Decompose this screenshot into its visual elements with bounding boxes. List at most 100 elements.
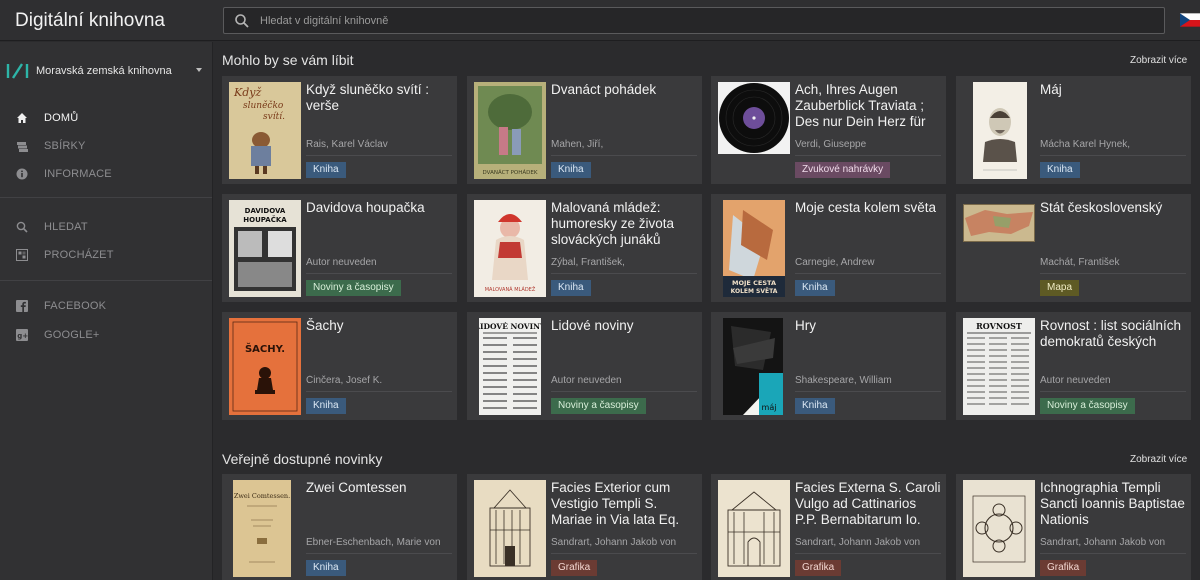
- card-title[interactable]: Lidové noviny: [551, 318, 697, 334]
- card-thumbnail[interactable]: MALOVANÁ MLÁDEŽ: [474, 200, 546, 297]
- card-title[interactable]: Máj: [1040, 82, 1186, 98]
- library-selector[interactable]: Moravská zemská knihovna: [6, 60, 206, 82]
- card-author: Machát, František: [1040, 257, 1120, 268]
- card-title[interactable]: Facies Exterior cum Vestigio Templi S. M…: [551, 480, 697, 528]
- document-card[interactable]: DAVIDOVA HOUPAČKA Davidova houpačka Autor…: [222, 194, 457, 302]
- document-card[interactable]: Ach, Ihres Augen Zauberblick Traviata ; …: [711, 76, 946, 184]
- document-type-badge: Mapa: [1040, 280, 1080, 296]
- sidebar-item-browse[interactable]: PROCHÁZET: [15, 245, 114, 265]
- card-thumbnail[interactable]: [963, 204, 1035, 242]
- sidebar-divider: [0, 280, 212, 281]
- card-title[interactable]: Šachy: [306, 318, 452, 334]
- svg-text:DVANÁCT POHÁDEK: DVANÁCT POHÁDEK: [483, 169, 538, 176]
- card-divider: [795, 273, 941, 274]
- document-card[interactable]: ROVNOST Rovnost : list sociálních demokr…: [956, 312, 1191, 420]
- app-title[interactable]: Digitální knihovna: [15, 10, 165, 32]
- card-divider: [795, 391, 941, 392]
- card-author: Verdi, Giuseppe: [795, 139, 867, 150]
- document-card[interactable]: Facies Exterior cum Vestigio Templi S. M…: [467, 474, 702, 580]
- section-title-recommended: Mohlo by se vám líbit: [222, 52, 354, 68]
- card-author: Ebner-Eschenbach, Marie von: [306, 537, 441, 548]
- document-card[interactable]: Ichnographia Templi Sancti Ioannis Bapti…: [956, 474, 1191, 580]
- document-card[interactable]: Když sluněčko svítí. Když sluněčko svítí…: [222, 76, 457, 184]
- card-title[interactable]: Rovnost : list sociálních demokratů česk…: [1040, 318, 1186, 350]
- document-type-badge: Grafika: [795, 560, 842, 576]
- document-card[interactable]: MALOVANÁ MLÁDEŽ Malovaná mládež: humoresk…: [467, 194, 702, 302]
- card-title[interactable]: Dvanáct pohádek: [551, 82, 697, 98]
- card-title[interactable]: Facies Externa S. Caroli Vulgo ad Cattin…: [795, 480, 941, 528]
- card-title[interactable]: Ichnographia Templi Sancti Ioannis Bapti…: [1040, 480, 1186, 528]
- document-card[interactable]: ŠACHY. Šachy Činčera, Josef K. Kniha: [222, 312, 457, 420]
- card-divider: [1040, 553, 1186, 554]
- card-thumbnail[interactable]: LIDOVÉ NOVINY: [479, 318, 541, 415]
- svg-text:ROVNOST: ROVNOST: [976, 321, 1022, 331]
- document-type-badge: Kniha: [306, 162, 346, 178]
- sidebar-item-facebook[interactable]: FACEBOOK: [15, 296, 106, 316]
- card-author: Sandrart, Johann Jakob von: [551, 537, 677, 548]
- card-thumbnail[interactable]: ŠACHY.: [229, 318, 301, 415]
- sidebar-item-label: INFORMACE: [44, 168, 112, 180]
- document-type-badge: Noviny a časopisy: [1040, 398, 1135, 414]
- show-more-link[interactable]: Zobrazit více: [1130, 454, 1187, 465]
- document-type-badge: Grafika: [551, 560, 598, 576]
- document-card[interactable]: Facies Externa S. Caroli Vulgo ad Cattin…: [711, 474, 946, 580]
- card-divider: [306, 155, 452, 156]
- google-plus-icon: g+: [15, 328, 29, 342]
- facebook-icon: [15, 299, 29, 313]
- card-title[interactable]: Zwei Comtessen: [306, 480, 452, 496]
- card-thumbnail[interactable]: [973, 82, 1027, 179]
- card-thumbnail[interactable]: máj: [723, 318, 783, 415]
- svg-text:svítí.: svítí.: [263, 111, 285, 122]
- card-thumbnail[interactable]: Když sluněčko svítí.: [229, 82, 301, 179]
- card-title[interactable]: Hry: [795, 318, 941, 334]
- svg-text:sluněčko: sluněčko: [243, 100, 284, 111]
- card-title[interactable]: Ach, Ihres Augen Zauberblick Traviata ; …: [795, 82, 941, 130]
- card-title[interactable]: Když sluněčko svítí : verše: [306, 82, 452, 114]
- document-card[interactable]: máj Hry Shakespeare, William Kniha: [711, 312, 946, 420]
- card-divider: [306, 553, 452, 554]
- card-thumbnail[interactable]: DVANÁCT POHÁDEK: [474, 82, 546, 179]
- card-thumbnail[interactable]: Zwei Comtessen.: [233, 480, 291, 577]
- card-divider: [795, 553, 941, 554]
- document-card[interactable]: Máj Mácha Karel Hynek, Kniha: [956, 76, 1191, 184]
- document-card[interactable]: Zwei Comtessen. Zwei Comtessen Ebner-Esch…: [222, 474, 457, 580]
- card-title[interactable]: Malovaná mládež: humoresky ze života slo…: [551, 200, 697, 248]
- card-title[interactable]: Davidova houpačka: [306, 200, 452, 216]
- top-bar: Digitální knihovna: [0, 0, 1200, 41]
- card-author: Mahen, Jiří,: [551, 139, 604, 150]
- card-thumbnail[interactable]: [474, 480, 546, 577]
- show-more-link[interactable]: Zobrazit více: [1130, 55, 1187, 66]
- card-thumbnail[interactable]: [963, 480, 1035, 577]
- document-card[interactable]: LIDOVÉ NOVINY Lidové noviny Autor neuvede…: [467, 312, 702, 420]
- search-icon: [235, 14, 249, 28]
- document-card[interactable]: DVANÁCT POHÁDEK Dvanáct pohádek Mahen, Jiř…: [467, 76, 702, 184]
- card-thumbnail[interactable]: ROVNOST: [963, 318, 1035, 415]
- document-type-badge: Noviny a časopisy: [551, 398, 646, 414]
- czech-flag-icon[interactable]: [1180, 13, 1200, 27]
- svg-text:LIDOVÉ NOVINY: LIDOVÉ NOVINY: [479, 322, 541, 331]
- sidebar-item-search[interactable]: HLEDAT: [15, 217, 88, 237]
- sidebar-item-home[interactable]: DOMŮ: [15, 108, 78, 128]
- card-divider: [1040, 391, 1186, 392]
- card-title[interactable]: Moje cesta kolem světa: [795, 200, 941, 216]
- document-card[interactable]: Stát československý Machát, František Mapa: [956, 194, 1191, 302]
- search-input[interactable]: [260, 8, 1140, 33]
- card-author: Autor neuveden: [306, 257, 377, 268]
- sidebar-item-collections[interactable]: SBÍRKY: [15, 136, 86, 156]
- card-thumbnail[interactable]: [718, 480, 790, 577]
- search-icon: [15, 220, 29, 234]
- svg-text:MOJE CESTA: MOJE CESTA: [732, 279, 776, 287]
- card-thumbnail[interactable]: [718, 82, 790, 154]
- document-type-badge: Kniha: [795, 280, 835, 296]
- card-author: Sandrart, Johann Jakob von: [795, 537, 921, 548]
- card-thumbnail[interactable]: MOJE CESTA KOLEM SVĚTA: [723, 200, 785, 297]
- sidebar-item-info[interactable]: INFORMACE: [15, 164, 112, 184]
- card-title[interactable]: Stát československý: [1040, 200, 1186, 216]
- card-thumbnail[interactable]: DAVIDOVA HOUPAČKA: [229, 200, 301, 297]
- sidebar: Moravská zemská knihovna DOMŮ SBÍRKY INF…: [0, 42, 213, 580]
- search-box[interactable]: [223, 7, 1165, 34]
- card-divider: [551, 553, 697, 554]
- sidebar-item-google-plus[interactable]: g+ GOOGLE+: [15, 325, 100, 345]
- card-author: Rais, Karel Václav: [306, 139, 388, 150]
- document-card[interactable]: MOJE CESTA KOLEM SVĚTA Moje cesta kolem s…: [711, 194, 946, 302]
